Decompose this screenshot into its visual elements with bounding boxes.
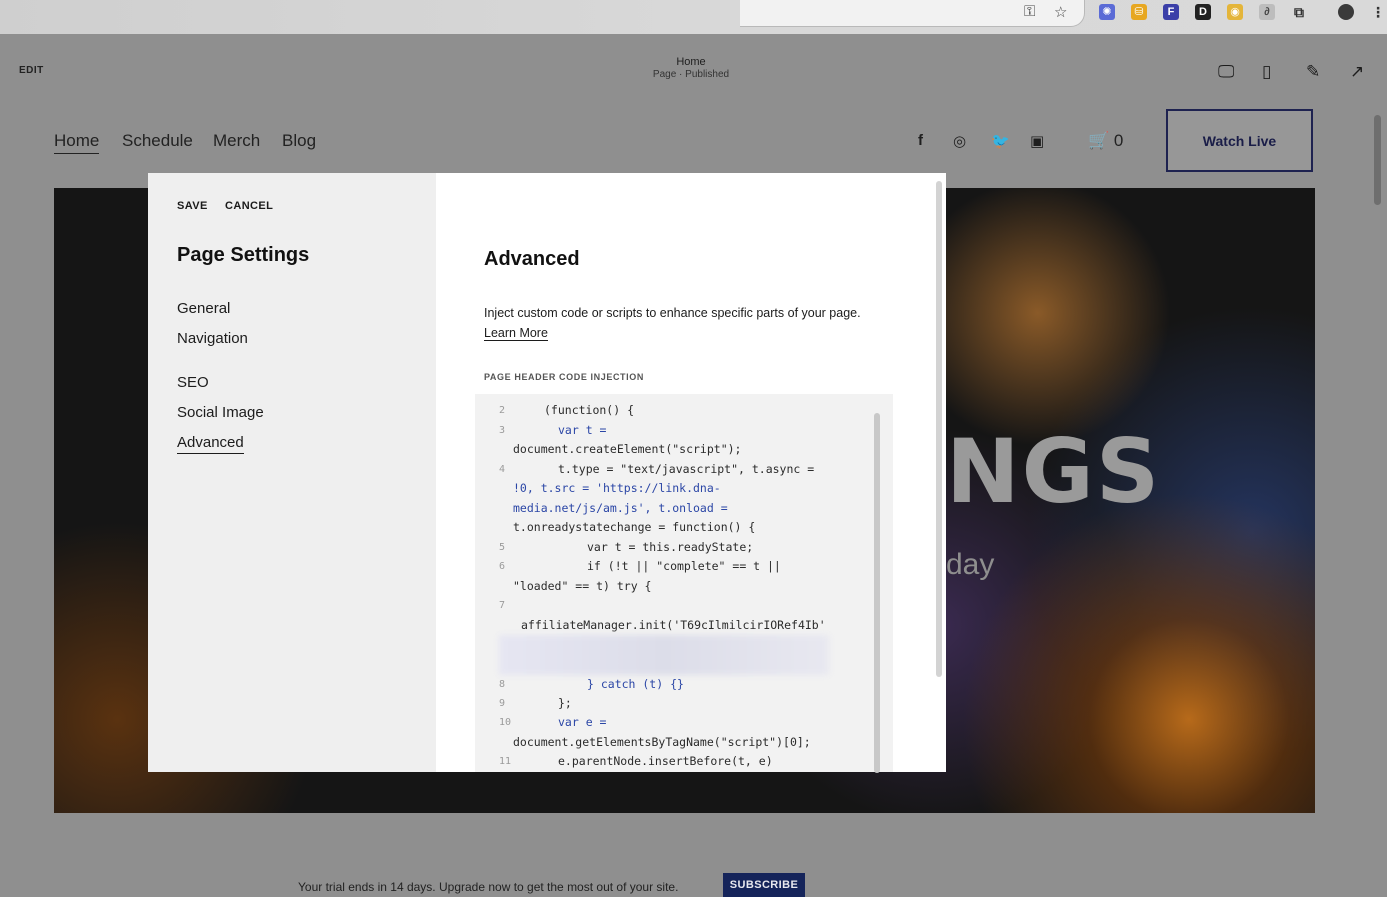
nav-blog[interactable]: Blog [282,131,316,151]
subscribe-button[interactable]: SUBSCRIBE [723,873,805,897]
line-number: 6 [499,561,506,572]
page-info: Home Page · Published [600,56,782,80]
code-line: affiliateManager.init('T69cIlmilcirIORef… [521,618,826,632]
line-number: 4 [499,464,506,475]
edit-button[interactable]: EDIT [19,65,44,76]
key-icon[interactable]: ⚿ [1024,3,1035,20]
page-settings-modal: SAVE CANCEL Page Settings General Naviga… [148,173,946,773]
bookmark-star-icon[interactable]: ☆ [1054,3,1067,21]
cancel-button[interactable]: CANCEL [225,200,273,212]
line-number: 10 [499,717,512,728]
line-number: 2 [499,405,506,416]
extension-icon[interactable]: F [1163,4,1179,20]
instagram-icon[interactable]: ◎ [953,132,966,150]
code-line: "loaded" == t) try { [513,579,652,593]
open-external-icon[interactable]: ↗ [1350,62,1364,82]
code-line: t.onreadystatechange = function() { [513,520,756,534]
code-line: } catch (t) {} [587,677,684,691]
redacted-region [499,635,829,675]
line-number: 5 [499,542,506,553]
design-brush-icon[interactable]: ✎ [1306,62,1320,82]
code-line: document.createElement("script"); [513,442,742,456]
line-number: 3 [499,425,506,436]
line-number: 7 [499,600,506,611]
page-title: Home [676,56,706,68]
panel-description: Inject custom code or scripts to enhance… [484,303,884,343]
line-number: 8 [499,679,506,690]
sidebar-item-advanced[interactable]: Advanced [177,434,244,454]
code-line: (function() { [544,403,635,417]
page-scrollbar[interactable] [1374,115,1381,205]
hero-subheading: day [946,548,995,581]
extension-icon[interactable]: ⛁ [1131,4,1147,20]
code-line: if (!t || "complete" == t || [587,559,781,573]
code-line: !0, t.src = 'https://link.dna- [513,481,721,495]
code-line: document.getElementsByTagName("script")[… [513,735,811,749]
page-status: Page · Published [652,69,730,80]
sidebar-item-social-image[interactable]: Social Image [177,404,264,421]
mobile-view-icon[interactable]: ▯ [1262,62,1271,82]
extension-icon[interactable]: ◉ [1227,4,1243,20]
code-line: }; [558,696,572,710]
panel-title: Advanced [484,248,580,270]
nav-home[interactable]: Home [54,131,100,154]
cart[interactable]: 🛒 0 [1088,131,1123,151]
address-bar[interactable]: ⚿ ☆ [740,0,1085,27]
puzzle-icon[interactable]: ⧉ [1291,4,1307,20]
profile-avatar[interactable] [1338,4,1354,20]
menu-dots-icon[interactable]: ⋮ [1370,4,1386,20]
code-line: var t = [558,423,607,437]
browser-toolbar: ⚿ ☆ ✺ ⛁ F D ◉ ∂ ⧉ ⋮ [0,0,1387,34]
nav-schedule[interactable]: Schedule [122,131,193,151]
twitch-icon[interactable]: ▣ [1030,132,1044,150]
cart-count: 0 [1113,131,1124,150]
extension-icon[interactable]: ✺ [1099,4,1115,20]
sidebar-item-seo[interactable]: SEO [177,374,209,391]
trial-message: Your trial ends in 14 days. Upgrade now … [298,880,679,894]
code-line: e.parentNode.insertBefore(t, e) [558,754,773,768]
description-text: Inject custom code or scripts to enhance… [484,306,861,320]
sidebar-item-navigation[interactable]: Navigation [177,330,248,347]
hero-heading: NGS [946,420,1162,523]
code-line: t.type = "text/javascript", t.async = [558,462,815,476]
nav-merch[interactable]: Merch [213,131,260,151]
code-line: media.net/js/am.js', t.onload = [513,501,728,515]
learn-more-link[interactable]: Learn More [484,326,548,341]
code-injection-editor[interactable]: 2 (function() { 3 var t = document.creat… [475,394,893,772]
cart-icon: 🛒 [1088,131,1110,150]
line-number: 9 [499,698,506,709]
facebook-icon[interactable]: f [918,132,923,149]
code-line: var e = [558,715,607,729]
desktop-view-icon[interactable]: 🖵 [1218,62,1234,82]
extension-icon[interactable]: ∂ [1259,4,1275,20]
settings-sidebar: SAVE CANCEL Page Settings General Naviga… [148,173,436,772]
line-number: 11 [499,756,512,767]
code-line: var t = this.readyState; [587,540,754,554]
editor-toolbar: EDIT Home Page · Published 🖵 ▯ ✎ ↗ [0,34,1387,104]
watch-live-button[interactable]: Watch Live [1166,109,1313,172]
save-button[interactable]: SAVE [177,200,208,212]
injection-label: PAGE HEADER CODE INJECTION [484,372,644,382]
code-scrollbar[interactable] [874,413,880,773]
extension-icon[interactable]: D [1195,4,1211,20]
trial-banner: Your trial ends in 14 days. Upgrade now … [0,862,1387,897]
sidebar-item-general[interactable]: General [177,300,230,317]
twitter-icon[interactable]: 🐦 [991,132,1010,150]
modal-scrollbar[interactable] [936,181,942,677]
settings-title: Page Settings [177,244,310,266]
